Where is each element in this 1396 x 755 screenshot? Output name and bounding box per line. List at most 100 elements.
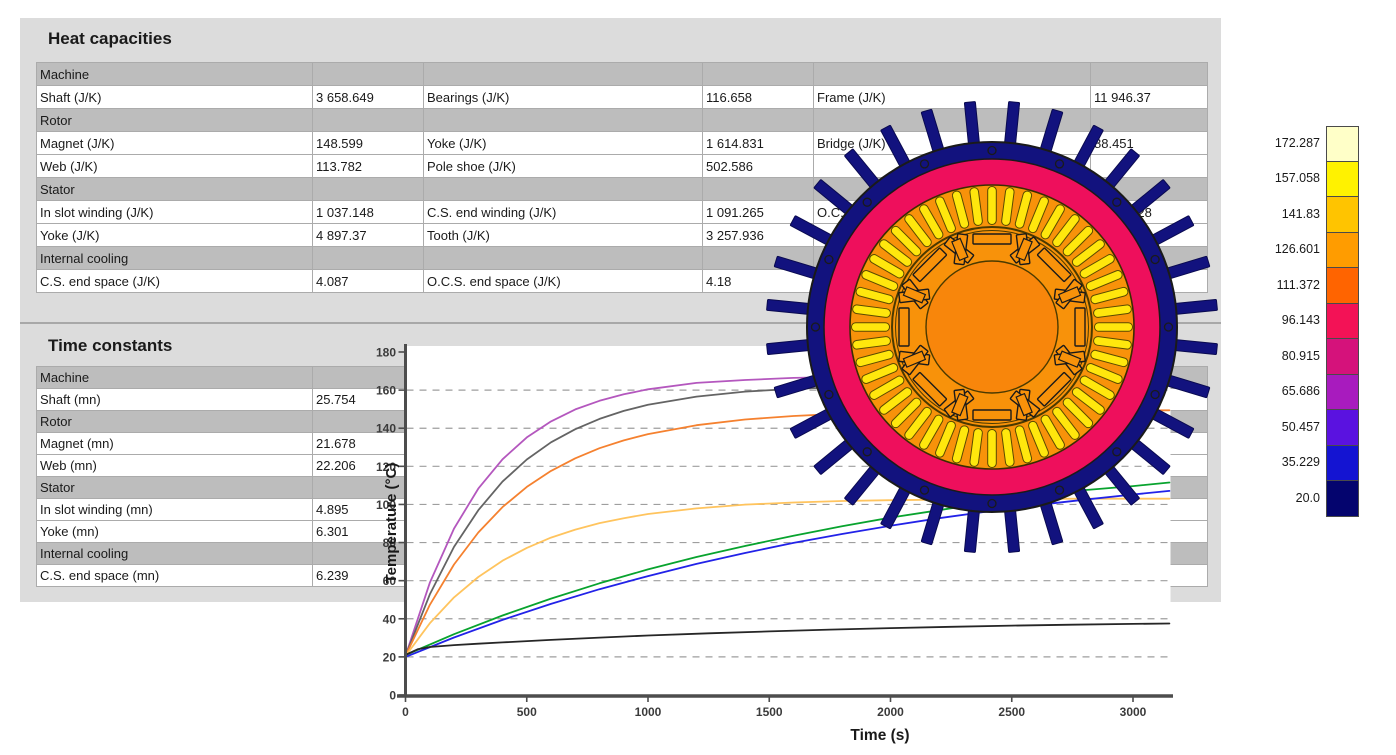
shaft xyxy=(926,261,1058,393)
colorbar-cell xyxy=(1326,375,1359,411)
magnet-pocket xyxy=(1075,308,1085,346)
x-tick-label: 2000 xyxy=(877,705,904,719)
bolt-hole xyxy=(863,448,871,456)
colorbar-tick-label: 50.457 xyxy=(1240,420,1320,434)
table-label-cell: Pole shoe (J/K) xyxy=(424,155,703,178)
table-value-cell: 4.895 xyxy=(313,499,424,521)
y-tick-label: 20 xyxy=(383,650,397,664)
table-value-cell: 25.754 xyxy=(313,389,424,411)
table-label-cell: Stator xyxy=(37,178,313,201)
table-label-cell xyxy=(814,565,1091,587)
bolt-hole xyxy=(1165,323,1173,331)
table-label-cell: C.S. end winding (J/K) xyxy=(424,201,703,224)
colorbar-tick-label: 141.83 xyxy=(1240,207,1320,221)
bolt-hole xyxy=(825,391,833,399)
bolt-hole xyxy=(988,147,996,155)
table-label-cell: Machine xyxy=(37,63,313,86)
table-label-cell: Tooth (J/K) xyxy=(424,224,703,247)
table-value-cell: 6.301 xyxy=(313,521,424,543)
table-label-cell: O.C.S. end space (J/K) xyxy=(424,270,703,293)
table-value-cell: 113.782 xyxy=(313,155,424,178)
colorbar-cell xyxy=(1326,304,1359,340)
motor-cross-section xyxy=(752,87,1232,567)
table-label-cell: Rotor xyxy=(37,109,313,132)
colorbar-tick-label: 65.686 xyxy=(1240,384,1320,398)
table-value-cell xyxy=(313,411,424,433)
table-label-cell: C.S. end space (mn) xyxy=(37,565,313,587)
colorbar-cell xyxy=(1326,233,1359,269)
bolt-hole xyxy=(1113,448,1121,456)
table-label-cell xyxy=(424,389,703,411)
colorbar-cell xyxy=(1326,446,1359,482)
colorbar-tick-label: 35.229 xyxy=(1240,455,1320,469)
bolt-hole xyxy=(988,500,996,508)
table-label-cell: Yoke (J/K) xyxy=(424,132,703,155)
table-label-cell xyxy=(424,499,703,521)
table-value-cell: 4 897.37 xyxy=(313,224,424,247)
table-row: C.S. end space (mn)6.239 xyxy=(37,565,1208,587)
x-axis-label: Time (s) xyxy=(850,727,909,744)
table-label-cell: Rotor xyxy=(37,411,313,433)
table-value-cell: 22.206 xyxy=(313,455,424,477)
results-page: Heat capacities MachineShaft (J/K)3 658.… xyxy=(0,0,1396,755)
table-label-cell: In slot winding (mn) xyxy=(37,499,313,521)
stator-slot xyxy=(988,430,997,468)
colorbar-cell xyxy=(1326,410,1359,446)
table-label-cell xyxy=(424,109,703,132)
stator-slot xyxy=(988,187,997,225)
colorbar-cell xyxy=(1326,268,1359,304)
bolt-hole xyxy=(1151,256,1159,264)
colorbar-cell xyxy=(1326,162,1359,198)
colorbar-tick-label: 172.287 xyxy=(1240,136,1320,150)
table-value-cell xyxy=(313,477,424,499)
y-tick-label: 0 xyxy=(389,689,396,703)
table-value-cell: 3 658.649 xyxy=(313,86,424,109)
x-tick-label: 1500 xyxy=(756,705,783,719)
temperature-colorbar: Temperature (°C) 172.287157.058141.83126… xyxy=(1240,120,1396,540)
table-label-cell: Shaft (J/K) xyxy=(37,86,313,109)
table-value-cell xyxy=(313,543,424,565)
magnet-pocket xyxy=(973,234,1011,244)
table-label-cell: Stator xyxy=(37,477,313,499)
table-label-cell xyxy=(424,367,703,389)
y-tick-label: 40 xyxy=(383,612,397,626)
magnet-pocket xyxy=(899,308,909,346)
table-label-cell: Magnet (J/K) xyxy=(37,132,313,155)
table-label-cell: Internal cooling xyxy=(37,247,313,270)
table-label-cell: Internal cooling xyxy=(37,543,313,565)
x-tick-label: 0 xyxy=(402,705,409,719)
table-value-cell xyxy=(1091,63,1208,86)
table-label-cell xyxy=(424,477,703,499)
colorbar-cell xyxy=(1326,197,1359,233)
table-value-cell: 21.678 xyxy=(313,433,424,455)
colorbar-tick-label: 96.143 xyxy=(1240,313,1320,327)
colorbar-cell xyxy=(1326,126,1359,162)
colorbar-tick-label: 157.058 xyxy=(1240,171,1320,185)
time-constants-title: Time constants xyxy=(48,336,172,356)
bolt-hole xyxy=(921,486,929,494)
colorbar-tick-label: 111.372 xyxy=(1240,278,1320,292)
table-label-cell: C.S. end space (J/K) xyxy=(37,270,313,293)
x-tick-label: 1000 xyxy=(635,705,662,719)
table-label-cell xyxy=(424,178,703,201)
table-value-cell xyxy=(1091,565,1208,587)
bolt-hole xyxy=(1056,486,1064,494)
colorbar-tick-label: 126.601 xyxy=(1240,242,1320,256)
stator-slot xyxy=(852,323,890,332)
table-value-cell: 4.087 xyxy=(313,270,424,293)
x-tick-label: 500 xyxy=(517,705,537,719)
table-label-cell: Web (mn) xyxy=(37,455,313,477)
stator-slot xyxy=(1095,323,1133,332)
table-value-cell: 148.599 xyxy=(313,132,424,155)
table-value-cell xyxy=(313,247,424,270)
table-value-cell xyxy=(313,109,424,132)
table-label-cell: Web (J/K) xyxy=(37,155,313,178)
table-label-cell: Magnet (mn) xyxy=(37,433,313,455)
bolt-hole xyxy=(825,256,833,264)
table-label-cell: Shaft (mn) xyxy=(37,389,313,411)
table-label-cell xyxy=(424,543,703,565)
bolt-hole xyxy=(1056,160,1064,168)
table-label-cell xyxy=(424,433,703,455)
bolt-hole xyxy=(1151,391,1159,399)
bolt-hole xyxy=(1113,198,1121,206)
